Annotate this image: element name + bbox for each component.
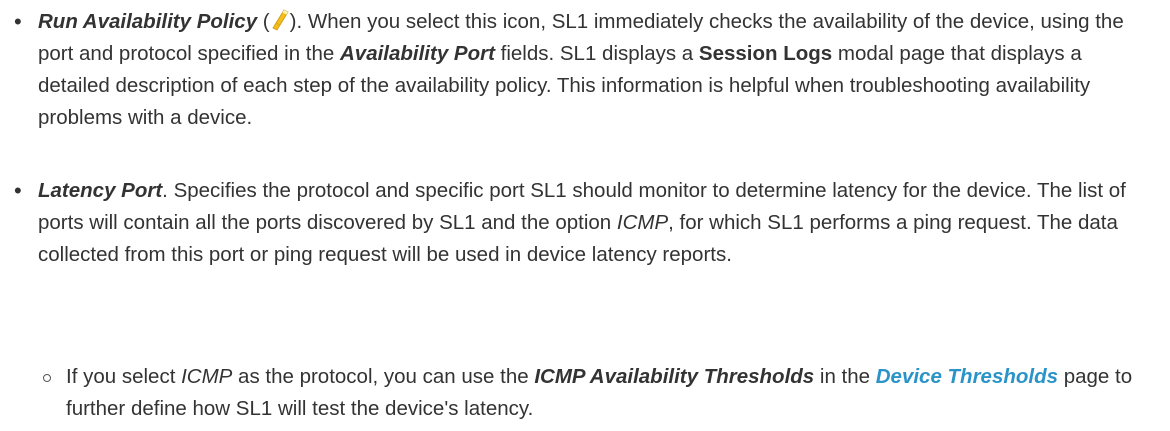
list-item-latency-port: • Latency Port. Specifies the protocol a… xyxy=(14,175,1153,271)
text: as the protocol, you can use the xyxy=(232,365,535,388)
text: If you select xyxy=(66,365,182,388)
lightning-wand-icon xyxy=(270,9,290,31)
session-logs-label: Session Logs xyxy=(698,42,833,65)
circle-bullet xyxy=(43,374,51,382)
icmp-option: ICMP xyxy=(181,365,233,388)
term-latency-port: Latency Port xyxy=(38,179,163,202)
bullet: • xyxy=(14,9,22,34)
paren-close: ). xyxy=(289,10,303,33)
icmp-availability-thresholds: ICMP Availability Thresholds xyxy=(534,365,815,388)
icmp-option: ICMP xyxy=(616,211,669,234)
documentation-page: • Run Availability Policy ( ). When you … xyxy=(0,0,1170,431)
text: fields. SL1 displays a xyxy=(494,42,699,65)
text: in the xyxy=(814,365,876,388)
field-availability-port: Availability Port xyxy=(340,42,495,65)
term-run-availability-policy: Run Availability Policy xyxy=(38,10,258,33)
bullet: • xyxy=(14,178,22,203)
paren-open: ( xyxy=(257,10,270,33)
list-item-run-availability-policy: • Run Availability Policy ( ). When you … xyxy=(14,6,1153,134)
device-thresholds-link[interactable]: Device Thresholds xyxy=(876,365,1058,388)
sub-list-item-icmp: If you select ICMP as the protocol, you … xyxy=(43,361,1161,425)
